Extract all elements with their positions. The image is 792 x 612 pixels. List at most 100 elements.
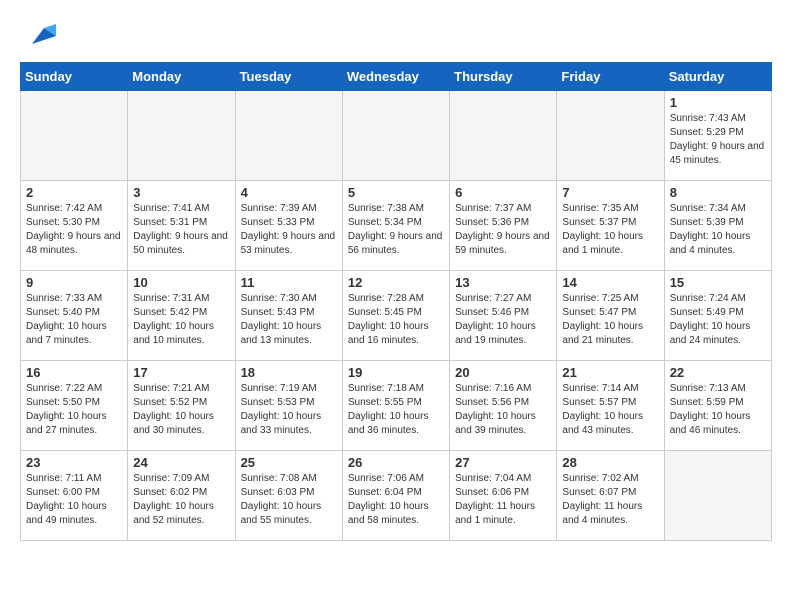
day-cell: 1 Sunrise: 7:43 AM Sunset: 5:29 PM Daylig… [664,91,771,181]
day-number: 14 [562,275,658,290]
day-info: Sunrise: 7:43 AM Sunset: 5:29 PM Dayligh… [670,112,766,168]
day-number: 25 [241,455,337,470]
day-cell: 8 Sunrise: 7:34 AM Sunset: 5:39 PM Daylig… [664,181,771,271]
day-number: 28 [562,455,658,470]
day-cell [664,451,771,541]
day-cell: 5Sunrise: 7:38 AM Sunset: 5:34 PM Daylig… [342,181,449,271]
day-info: Sunrise: 7:18 AM Sunset: 5:55 PM Dayligh… [348,382,444,438]
logo [20,20,56,52]
day-number: 10 [133,275,229,290]
day-info: Sunrise: 7:14 AM Sunset: 5:57 PM Dayligh… [562,382,658,438]
day-info: Sunrise: 7:34 AM Sunset: 5:39 PM Dayligh… [670,202,766,258]
day-cell [342,91,449,181]
day-info: Sunrise: 7:39 AM Sunset: 5:33 PM Dayligh… [241,202,337,258]
day-cell: 22Sunrise: 7:13 AM Sunset: 5:59 PM Dayli… [664,361,771,451]
day-info: Sunrise: 7:02 AM Sunset: 6:07 PM Dayligh… [562,472,658,528]
col-header-friday: Friday [557,63,664,91]
week-row-3: 9 Sunrise: 7:33 AM Sunset: 5:40 PM Daylig… [21,271,772,361]
day-cell: 4 Sunrise: 7:39 AM Sunset: 5:33 PM Daylig… [235,181,342,271]
day-cell: 16 Sunrise: 7:22 AM Sunset: 5:50 PM Dayli… [21,361,128,451]
week-row-1: 1 Sunrise: 7:43 AM Sunset: 5:29 PM Daylig… [21,91,772,181]
col-header-saturday: Saturday [664,63,771,91]
day-info: Sunrise: 7:28 AM Sunset: 5:45 PM Dayligh… [348,292,444,348]
day-cell: 19 Sunrise: 7:18 AM Sunset: 5:55 PM Dayli… [342,361,449,451]
week-row-2: 2Sunrise: 7:42 AM Sunset: 5:30 PM Daylig… [21,181,772,271]
day-cell: 24Sunrise: 7:09 AM Sunset: 6:02 PM Dayli… [128,451,235,541]
day-info: Sunrise: 7:16 AM Sunset: 5:56 PM Dayligh… [455,382,551,438]
day-info: Sunrise: 7:27 AM Sunset: 5:46 PM Dayligh… [455,292,551,348]
col-header-wednesday: Wednesday [342,63,449,91]
calendar-body: 1 Sunrise: 7:43 AM Sunset: 5:29 PM Daylig… [21,91,772,541]
day-info: Sunrise: 7:37 AM Sunset: 5:36 PM Dayligh… [455,202,551,258]
day-info: Sunrise: 7:35 AM Sunset: 5:37 PM Dayligh… [562,202,658,258]
day-number: 23 [26,455,122,470]
day-cell: 13 Sunrise: 7:27 AM Sunset: 5:46 PM Dayli… [450,271,557,361]
day-info: Sunrise: 7:31 AM Sunset: 5:42 PM Dayligh… [133,292,229,348]
day-info: Sunrise: 7:25 AM Sunset: 5:47 PM Dayligh… [562,292,658,348]
day-number: 5 [348,185,444,200]
day-number: 6 [455,185,551,200]
header-row: SundayMondayTuesdayWednesdayThursdayFrid… [21,63,772,91]
day-cell: 18Sunrise: 7:19 AM Sunset: 5:53 PM Dayli… [235,361,342,451]
day-info: Sunrise: 7:11 AM Sunset: 6:00 PM Dayligh… [26,472,122,528]
day-number: 4 [241,185,337,200]
col-header-thursday: Thursday [450,63,557,91]
day-number: 19 [348,365,444,380]
day-cell: 25 Sunrise: 7:08 AM Sunset: 6:03 PM Dayli… [235,451,342,541]
day-info: Sunrise: 7:08 AM Sunset: 6:03 PM Dayligh… [241,472,337,528]
day-cell: 9 Sunrise: 7:33 AM Sunset: 5:40 PM Daylig… [21,271,128,361]
day-cell: 6 Sunrise: 7:37 AM Sunset: 5:36 PM Daylig… [450,181,557,271]
day-cell [21,91,128,181]
day-cell: 12 Sunrise: 7:28 AM Sunset: 5:45 PM Dayli… [342,271,449,361]
day-cell: 21 Sunrise: 7:14 AM Sunset: 5:57 PM Dayli… [557,361,664,451]
day-number: 15 [670,275,766,290]
day-info: Sunrise: 7:21 AM Sunset: 5:52 PM Dayligh… [133,382,229,438]
day-number: 11 [241,275,337,290]
day-number: 8 [670,185,766,200]
day-cell [450,91,557,181]
day-info: Sunrise: 7:06 AM Sunset: 6:04 PM Dayligh… [348,472,444,528]
logo-icon [24,20,56,52]
day-cell: 7 Sunrise: 7:35 AM Sunset: 5:37 PM Daylig… [557,181,664,271]
day-number: 16 [26,365,122,380]
col-header-monday: Monday [128,63,235,91]
day-number: 12 [348,275,444,290]
day-number: 21 [562,365,658,380]
day-cell: 28 Sunrise: 7:02 AM Sunset: 6:07 PM Dayli… [557,451,664,541]
day-number: 2 [26,185,122,200]
day-number: 13 [455,275,551,290]
day-cell: 10 Sunrise: 7:31 AM Sunset: 5:42 PM Dayli… [128,271,235,361]
calendar-table: SundayMondayTuesdayWednesdayThursdayFrid… [20,62,772,541]
day-info: Sunrise: 7:13 AM Sunset: 5:59 PM Dayligh… [670,382,766,438]
day-cell: 14 Sunrise: 7:25 AM Sunset: 5:47 PM Dayli… [557,271,664,361]
day-cell [235,91,342,181]
day-cell: 11 Sunrise: 7:30 AM Sunset: 5:43 PM Dayli… [235,271,342,361]
week-row-5: 23 Sunrise: 7:11 AM Sunset: 6:00 PM Dayli… [21,451,772,541]
day-cell: 15 Sunrise: 7:24 AM Sunset: 5:49 PM Dayli… [664,271,771,361]
day-number: 3 [133,185,229,200]
col-header-tuesday: Tuesday [235,63,342,91]
day-info: Sunrise: 7:33 AM Sunset: 5:40 PM Dayligh… [26,292,122,348]
day-number: 17 [133,365,229,380]
day-number: 18 [241,365,337,380]
day-info: Sunrise: 7:30 AM Sunset: 5:43 PM Dayligh… [241,292,337,348]
day-number: 26 [348,455,444,470]
week-row-4: 16 Sunrise: 7:22 AM Sunset: 5:50 PM Dayli… [21,361,772,451]
col-header-sunday: Sunday [21,63,128,91]
day-cell: 27Sunrise: 7:04 AM Sunset: 6:06 PM Dayli… [450,451,557,541]
day-number: 7 [562,185,658,200]
page-header [20,20,772,52]
calendar-header: SundayMondayTuesdayWednesdayThursdayFrid… [21,63,772,91]
day-cell [557,91,664,181]
day-cell [128,91,235,181]
day-info: Sunrise: 7:24 AM Sunset: 5:49 PM Dayligh… [670,292,766,348]
day-info: Sunrise: 7:22 AM Sunset: 5:50 PM Dayligh… [26,382,122,438]
day-cell: 2Sunrise: 7:42 AM Sunset: 5:30 PM Daylig… [21,181,128,271]
day-number: 1 [670,95,766,110]
day-cell: 17 Sunrise: 7:21 AM Sunset: 5:52 PM Dayli… [128,361,235,451]
day-info: Sunrise: 7:04 AM Sunset: 6:06 PM Dayligh… [455,472,551,528]
day-cell: 23 Sunrise: 7:11 AM Sunset: 6:00 PM Dayli… [21,451,128,541]
day-info: Sunrise: 7:09 AM Sunset: 6:02 PM Dayligh… [133,472,229,528]
day-number: 9 [26,275,122,290]
day-cell: 26 Sunrise: 7:06 AM Sunset: 6:04 PM Dayli… [342,451,449,541]
